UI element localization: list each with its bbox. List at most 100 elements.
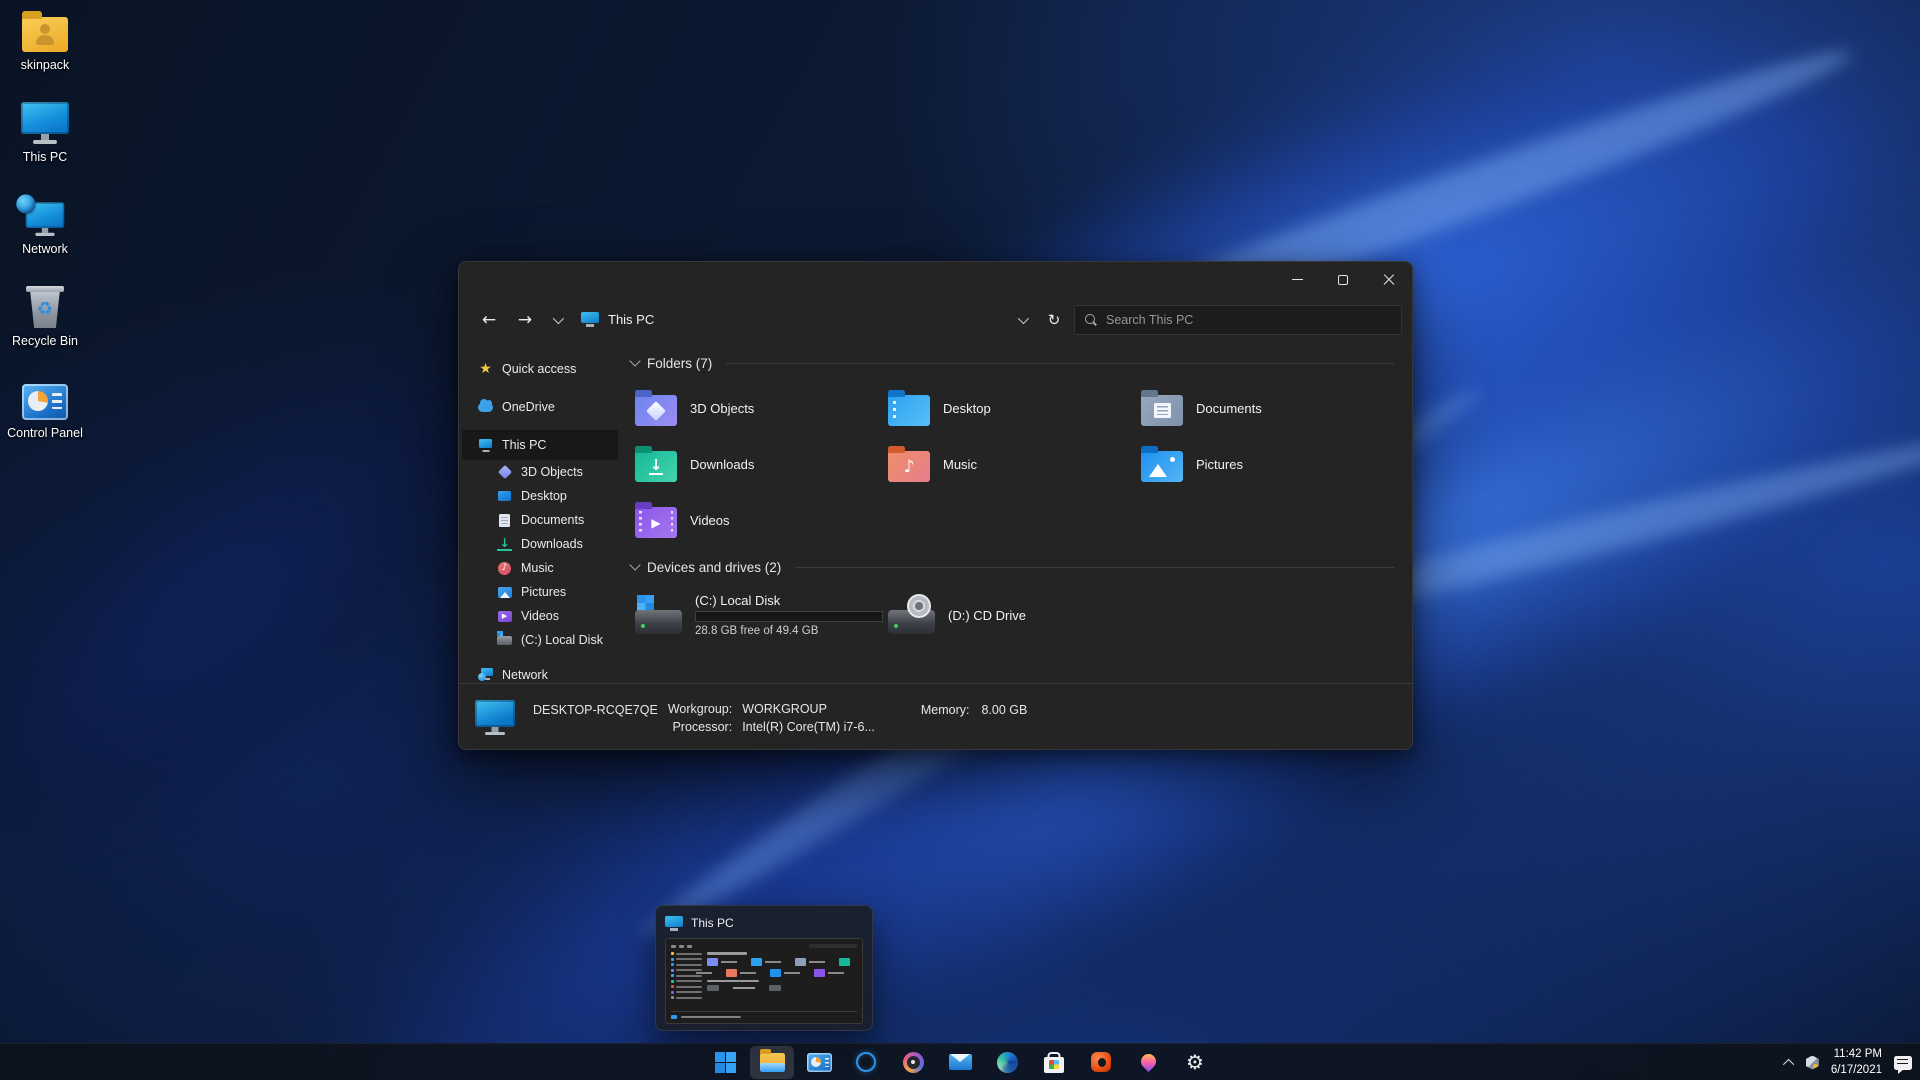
taskbar-cortana-button[interactable] xyxy=(844,1046,888,1079)
desktop-icon-skinpack[interactable]: skinpack xyxy=(6,8,84,72)
taskbar-edge-button[interactable] xyxy=(985,1046,1029,1079)
search-box[interactable] xyxy=(1074,304,1402,335)
folder-label: Documents xyxy=(1196,400,1262,416)
taskbar-mail-button[interactable] xyxy=(938,1046,982,1079)
recycle-bin-icon: ♻ xyxy=(26,286,64,328)
folder-tile-documents[interactable]: Documents xyxy=(1137,380,1390,436)
folder-tile-videos[interactable]: ▶ Videos xyxy=(631,492,884,548)
start-button[interactable] xyxy=(703,1046,747,1079)
close-button[interactable] xyxy=(1366,262,1412,297)
cube-icon xyxy=(497,464,512,480)
desktop-icon-column: skinpack This PC Network ♻ Recycle Bin C… xyxy=(6,8,84,440)
desktop-icon-network[interactable]: Network xyxy=(6,192,84,256)
chevron-down-icon xyxy=(1017,312,1030,324)
section-title: Devices and drives (2) xyxy=(647,559,782,575)
taskbar-settings-button[interactable]: ⚙ xyxy=(1173,1046,1217,1079)
sidebar-item-downloads[interactable]: Downloads xyxy=(462,532,618,556)
notification-center-icon[interactable] xyxy=(1894,1055,1912,1074)
search-input[interactable] xyxy=(1106,312,1391,327)
refresh-button[interactable] xyxy=(1038,305,1070,335)
workgroup-value: WORKGROUP xyxy=(742,701,827,716)
taskbar-center-icons: ⚙ xyxy=(703,1044,1217,1080)
taskbar-clock[interactable]: 11:42 PM 6/17/2021 xyxy=(1831,1047,1882,1078)
thumbnail-statusbar xyxy=(671,1011,857,1019)
desktop-icon-recycle-bin[interactable]: ♻ Recycle Bin xyxy=(6,284,84,348)
sidebar-item-desktop[interactable]: Desktop xyxy=(462,484,618,508)
windows-flag-icon xyxy=(637,595,654,611)
sidebar-item-onedrive[interactable]: OneDrive xyxy=(462,392,618,422)
sidebar-item-label: 3D Objects xyxy=(521,465,583,479)
section-divider xyxy=(795,566,1394,568)
sidebar-item-label: OneDrive xyxy=(502,400,555,414)
paint-3d-droplet-icon xyxy=(1137,1050,1159,1072)
minimize-icon xyxy=(1291,278,1303,281)
folder-label: Downloads xyxy=(690,456,755,472)
search-icon xyxy=(1085,313,1097,326)
desktop-icon-label: Recycle Bin xyxy=(12,334,78,348)
sidebar-item-this-pc[interactable]: This PC xyxy=(462,430,618,460)
tray-date: 6/17/2021 xyxy=(1830,1063,1882,1076)
taskbar-file-explorer-button[interactable] xyxy=(750,1045,794,1079)
titlebar[interactable] xyxy=(459,262,1412,297)
minimize-button[interactable] xyxy=(1274,262,1320,297)
folder-tile-pictures[interactable]: Pictures xyxy=(1137,436,1390,492)
taskbar: ⚙ 11:42 PM 6/17/2021 xyxy=(0,1043,1920,1080)
address-bar[interactable]: This PC xyxy=(573,305,662,335)
hidden-icons-chevron[interactable] xyxy=(1782,1058,1795,1070)
devices-section-header[interactable]: Devices and drives (2) xyxy=(629,556,1394,578)
documents-folder-icon xyxy=(1141,390,1183,426)
capacity-text: 28.8 GB free of 49.4 GB xyxy=(695,625,819,637)
maximize-button[interactable] xyxy=(1320,262,1366,297)
folder-tile-3d-objects[interactable]: 3D Objects xyxy=(631,380,884,436)
sidebar-item-quick-access[interactable]: Quick access xyxy=(462,354,618,384)
folder-tile-downloads[interactable]: ↓ Downloads xyxy=(631,436,884,492)
taskbar-preview-flyout[interactable]: This PC xyxy=(655,905,873,1031)
desktop-icon-label: This PC xyxy=(22,150,68,164)
address-dropdown-button[interactable] xyxy=(1010,305,1034,335)
sidebar-item-3d-objects[interactable]: 3D Objects xyxy=(462,460,618,484)
control-panel-icon xyxy=(806,1052,832,1072)
folder-tile-desktop[interactable]: Desktop xyxy=(884,380,1137,436)
folder-tile-music[interactable]: ♪ Music xyxy=(884,436,1137,492)
chevron-down-icon xyxy=(629,355,641,367)
taskbar-groove-music-button[interactable] xyxy=(891,1046,935,1079)
sidebar-item-music[interactable]: Music xyxy=(462,556,618,580)
folders-section-header[interactable]: Folders (7) xyxy=(629,352,1394,374)
computer-name: DESKTOP-RCQE7QE xyxy=(533,702,658,717)
sidebar-item-c-drive[interactable]: (C:) Local Disk xyxy=(462,628,618,652)
drive-tile-c[interactable]: (C:) Local Disk 28.8 GB free of 49.4 GB xyxy=(631,584,884,646)
memory-value: 8.00 GB xyxy=(981,702,1028,717)
recent-locations-dropdown[interactable] xyxy=(545,305,569,335)
sidebar-item-videos[interactable]: Videos xyxy=(462,604,618,628)
windows-start-icon xyxy=(714,1051,736,1073)
desktop-icon-control-panel[interactable]: Control Panel xyxy=(6,376,84,440)
skinpack-folder-icon xyxy=(22,11,68,52)
sidebar-item-documents[interactable]: Documents xyxy=(462,508,618,532)
taskbar-control-panel-button[interactable] xyxy=(797,1046,841,1079)
taskbar-office-button[interactable] xyxy=(1079,1046,1123,1079)
address-location-text: This PC xyxy=(608,312,655,327)
folder-label: Music xyxy=(943,456,977,472)
pie-chart-icon xyxy=(28,391,48,411)
devices-grid: (C:) Local Disk 28.8 GB free of 49.4 GB … xyxy=(631,584,1394,646)
file-explorer-icon xyxy=(759,1048,785,1072)
network-monitor-icon xyxy=(16,194,65,236)
capacity-bar xyxy=(695,611,883,622)
3d-objects-folder-icon xyxy=(635,390,677,426)
sidebar-item-label: Pictures xyxy=(521,585,567,599)
close-icon xyxy=(1383,274,1395,286)
back-button[interactable] xyxy=(473,305,505,335)
taskbar-store-button[interactable] xyxy=(1032,1046,1076,1079)
taskbar-paint3d-button[interactable] xyxy=(1126,1046,1170,1079)
sidebar-item-label: Network xyxy=(502,668,548,682)
folder-label: Desktop xyxy=(943,400,991,416)
desktop-icon-this-pc[interactable]: This PC xyxy=(6,100,84,164)
forward-button[interactable] xyxy=(509,305,541,335)
mail-envelope-icon xyxy=(948,1054,972,1070)
window-thumbnail[interactable] xyxy=(665,938,863,1024)
drive-tile-d[interactable]: (D:) CD Drive xyxy=(884,584,1137,646)
sidebar-item-pictures[interactable]: Pictures xyxy=(462,580,618,604)
tray-app-icon[interactable] xyxy=(1805,1055,1819,1070)
file-explorer-window: This PC Quick access OneDrive This PC 3D… xyxy=(458,261,1413,750)
sidebar-item-network[interactable]: Network xyxy=(462,660,618,683)
